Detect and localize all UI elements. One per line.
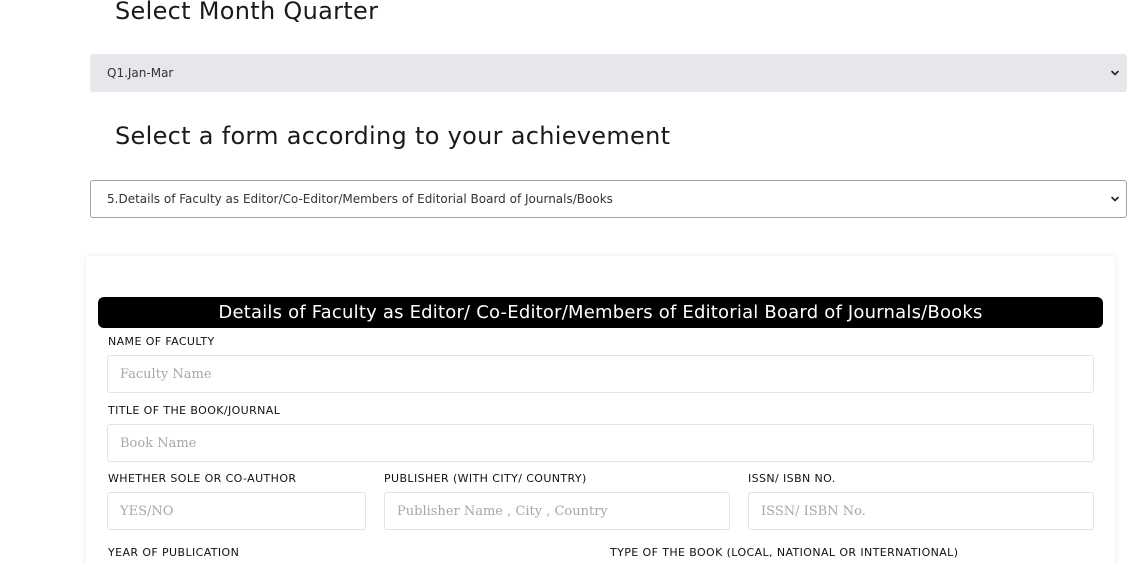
achievement-form-select[interactable]: 5.Details of Faculty as Editor/Co-Editor… xyxy=(90,180,1127,218)
page: Select Month Quarter Q1.Jan-Mar Select a… xyxy=(0,0,1142,563)
form-title-banner: Details of Faculty as Editor/ Co-Editor/… xyxy=(98,297,1103,328)
year-of-publication-label: YEAR OF PUBLICATION xyxy=(108,546,240,559)
issn-isbn-input[interactable] xyxy=(748,492,1094,530)
book-title-label: TITLE OF THE BOOK/JOURNAL xyxy=(108,404,281,417)
faculty-name-input[interactable] xyxy=(107,355,1094,393)
sole-coauthor-input[interactable] xyxy=(107,492,366,530)
faculty-name-label: NAME OF FACULTY xyxy=(108,335,215,348)
book-title-input[interactable] xyxy=(107,424,1094,462)
sole-coauthor-label: WHETHER SOLE OR CO-AUTHOR xyxy=(108,472,297,485)
achievement-form-selected-value: 5.Details of Faculty as Editor/Co-Editor… xyxy=(107,192,613,206)
month-quarter-select[interactable]: Q1.Jan-Mar xyxy=(90,54,1127,92)
chevron-down-icon xyxy=(1111,70,1119,76)
form-select-heading: Select a form according to your achievem… xyxy=(115,122,671,150)
publisher-input[interactable] xyxy=(384,492,730,530)
issn-isbn-label: ISSN/ ISBN NO. xyxy=(748,472,836,485)
book-type-label: TYPE OF THE BOOK (LOCAL, NATIONAL OR INT… xyxy=(610,546,959,559)
chevron-down-icon xyxy=(1111,196,1119,202)
month-quarter-selected-value: Q1.Jan-Mar xyxy=(107,66,174,80)
month-quarter-heading: Select Month Quarter xyxy=(115,0,379,25)
publisher-label: PUBLISHER (WITH CITY/ COUNTRY) xyxy=(384,472,587,485)
